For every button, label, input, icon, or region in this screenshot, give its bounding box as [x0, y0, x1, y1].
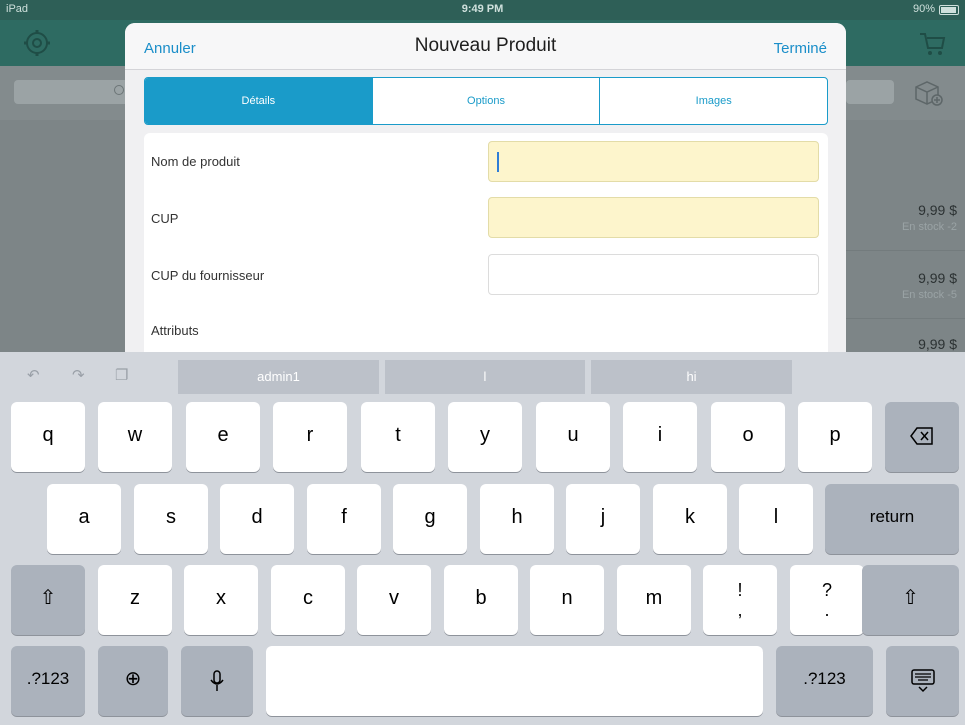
key-top-char: ?: [821, 580, 832, 600]
key-top-char: !: [737, 580, 743, 600]
key-s[interactable]: s: [134, 484, 208, 554]
status-bar: iPad 9:49 PM 90%: [0, 0, 965, 20]
tab-images[interactable]: Images: [600, 78, 827, 124]
item-price: 9,99 $: [918, 202, 957, 218]
search-input-secondary[interactable]: [846, 80, 894, 104]
list-item[interactable]: 9,99 $ En stock -5: [902, 270, 957, 301]
key-c[interactable]: c: [271, 565, 345, 635]
battery-percent: 90%: [912, 3, 935, 15]
globe-icon: ⊕: [124, 668, 142, 690]
attributes-label: Attributs: [151, 323, 199, 338]
numbers-key-right[interactable]: .?123: [776, 646, 873, 716]
item-price: 9,99 $: [918, 270, 957, 286]
key-u[interactable]: u: [536, 402, 610, 472]
key-question-period[interactable]: ?.: [790, 565, 864, 635]
divider: [846, 318, 965, 319]
key-e[interactable]: e: [186, 402, 260, 472]
suggestion-3[interactable]: hi: [591, 360, 792, 394]
key-k[interactable]: k: [653, 484, 727, 554]
onscreen-keyboard: ↶ ↷ ❐ admin1 l hi q w e r t y u i o p a …: [0, 352, 965, 725]
key-m[interactable]: m: [617, 565, 691, 635]
globe-key[interactable]: ⊕: [98, 646, 168, 716]
backspace-key[interactable]: [885, 402, 959, 472]
tab-details[interactable]: Détails: [145, 78, 373, 124]
key-v[interactable]: v: [357, 565, 431, 635]
key-exclaim-comma[interactable]: !,: [703, 565, 777, 635]
key-w[interactable]: w: [98, 402, 172, 472]
microphone-icon: [210, 670, 224, 691]
key-g[interactable]: g: [393, 484, 467, 554]
undo-icon[interactable]: ↶: [27, 366, 47, 384]
tab-control: Détails Options Images: [144, 77, 828, 125]
key-r[interactable]: r: [273, 402, 347, 472]
return-key[interactable]: return: [825, 484, 959, 554]
key-z[interactable]: z: [98, 565, 172, 635]
search-input[interactable]: [14, 80, 132, 104]
list-item[interactable]: 9,99 $: [918, 336, 957, 352]
space-bar[interactable]: [266, 646, 763, 716]
search-icon: [114, 85, 124, 95]
key-l[interactable]: l: [739, 484, 813, 554]
tab-options[interactable]: Options: [373, 78, 601, 124]
details-form: Nom de produit CUP CUP du fournisseur At…: [144, 133, 828, 363]
gear-icon[interactable]: [22, 28, 52, 58]
backspace-icon: [910, 427, 933, 445]
new-product-modal: Annuler Nouveau Produit Terminé Détails …: [125, 23, 846, 363]
paste-icon[interactable]: ❐: [115, 366, 135, 384]
shift-icon: ⇧: [39, 587, 57, 609]
redo-icon[interactable]: ↷: [72, 366, 92, 384]
done-button[interactable]: Terminé: [774, 40, 827, 57]
shift-key-left[interactable]: ⇧: [11, 565, 85, 635]
suggestion-bar: ↶ ↷ ❐ admin1 l hi: [0, 352, 965, 396]
numbers-key-left[interactable]: .?123: [11, 646, 85, 716]
key-i[interactable]: i: [623, 402, 697, 472]
supplier-upc-label: CUP du fournisseur: [151, 268, 265, 283]
shift-icon: ⇧: [902, 587, 919, 609]
supplier-upc-field[interactable]: [488, 254, 819, 295]
key-t[interactable]: t: [361, 402, 435, 472]
modal-header: Annuler Nouveau Produit Terminé: [125, 23, 846, 70]
divider: [846, 250, 965, 251]
key-h[interactable]: h: [480, 484, 554, 554]
suggestion-1[interactable]: admin1: [178, 360, 379, 394]
key-p[interactable]: p: [798, 402, 872, 472]
key-o[interactable]: o: [711, 402, 785, 472]
product-name-label: Nom de produit: [151, 154, 240, 169]
dictation-key[interactable]: [181, 646, 253, 716]
modal-title: Nouveau Produit: [414, 35, 557, 56]
text-cursor: [497, 152, 499, 172]
key-x[interactable]: x: [184, 565, 258, 635]
key-a[interactable]: a: [47, 484, 121, 554]
upc-field[interactable]: [488, 197, 819, 238]
key-j[interactable]: j: [566, 484, 640, 554]
key-b[interactable]: b: [444, 565, 518, 635]
hide-keyboard-key[interactable]: [886, 646, 959, 716]
item-stock: En stock -5: [901, 289, 957, 301]
suggestion-2[interactable]: l: [385, 360, 585, 394]
upc-label: CUP: [151, 211, 179, 226]
key-f[interactable]: f: [307, 484, 381, 554]
list-item[interactable]: 9,99 $ En stock -2: [902, 202, 957, 233]
battery-icon: [939, 5, 959, 15]
item-stock: En stock -2: [901, 221, 957, 233]
shift-key-right[interactable]: ⇧: [862, 565, 959, 635]
status-time: 9:49 PM: [461, 3, 504, 15]
add-box-icon[interactable]: [912, 78, 944, 108]
key-q[interactable]: q: [11, 402, 85, 472]
key-bottom-char: ,: [737, 600, 743, 620]
key-d[interactable]: d: [220, 484, 294, 554]
item-price: 9,99 $: [918, 336, 957, 352]
product-name-field[interactable]: [488, 141, 819, 182]
cart-icon[interactable]: [917, 28, 947, 58]
key-bottom-char: .: [824, 600, 830, 620]
keyboard-hide-icon: [910, 669, 935, 693]
key-y[interactable]: y: [448, 402, 522, 472]
key-n[interactable]: n: [530, 565, 604, 635]
